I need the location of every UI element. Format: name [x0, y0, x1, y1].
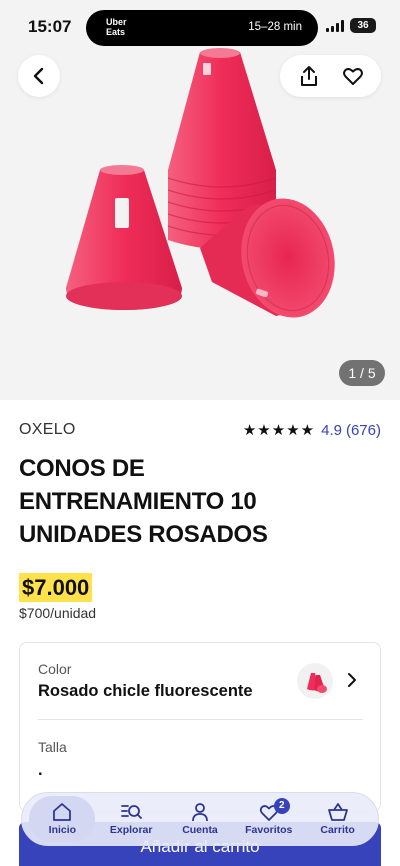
- tab-label: Cuenta: [182, 824, 218, 836]
- product-brand[interactable]: OXELO: [19, 421, 76, 439]
- home-icon: [53, 803, 72, 821]
- size-label: Talla: [38, 739, 67, 755]
- product-image-gallery[interactable]: 1 / 5: [0, 0, 400, 400]
- chevron-left-icon: [33, 67, 44, 85]
- back-button[interactable]: [18, 55, 60, 97]
- bottom-tab-bar: Inicio Explorar Cuenta 2 Favoritos Carri…: [21, 792, 379, 846]
- tab-explorar[interactable]: Explorar: [98, 796, 164, 842]
- tab-label: Favoritos: [245, 824, 293, 836]
- rating-stars-icon: ★★★★★: [242, 422, 316, 439]
- tab-carrito[interactable]: Carrito: [305, 796, 371, 842]
- search-list-icon: [121, 805, 143, 819]
- size-value: .: [38, 761, 43, 779]
- rating-value: 4.9: [321, 421, 342, 439]
- tab-cuenta[interactable]: Cuenta: [167, 796, 233, 842]
- tab-label: Inicio: [48, 824, 77, 836]
- product-price: $7.000: [19, 573, 93, 602]
- person-icon: [192, 803, 208, 822]
- rating-count: (676): [345, 421, 381, 439]
- cellular-signal-icon: [326, 20, 344, 32]
- product-rating[interactable]: ★★★★★ 4.9 (676): [242, 421, 381, 440]
- color-label: Color: [38, 661, 72, 677]
- unit-price: $700/unidad: [19, 605, 97, 621]
- dynamic-island-live-activity[interactable]: Uber Eats 15–28 min: [86, 10, 318, 46]
- status-bar: 15:07 Uber Eats 15–28 min 36: [0, 0, 400, 54]
- favorites-count-badge: 2: [273, 798, 290, 814]
- live-activity-brand: Uber Eats: [106, 17, 127, 37]
- battery-icon: 36: [350, 18, 376, 33]
- share-button[interactable]: [287, 55, 331, 97]
- tab-favoritos[interactable]: 2 Favoritos: [236, 796, 302, 842]
- live-activity-eta: 15–28 min: [248, 21, 302, 33]
- tab-label: Explorar: [109, 824, 153, 836]
- heart-icon: [342, 68, 363, 85]
- basket-icon: [327, 803, 348, 821]
- chevron-right-icon: [348, 673, 356, 687]
- status-time: 15:07: [28, 17, 72, 36]
- color-swatch: [297, 663, 333, 699]
- gallery-counter: 1 / 5: [339, 360, 385, 386]
- share-favorite-group: [280, 55, 381, 97]
- color-value: Rosado chicle fluorescente: [38, 682, 253, 700]
- tab-inicio[interactable]: Inicio: [29, 796, 96, 842]
- product-title: CONOS DE ENTRENAMIENTO 10 UNIDADES ROSAD…: [19, 455, 268, 548]
- share-icon: [300, 66, 317, 86]
- options-divider: [38, 719, 363, 720]
- tab-label: Carrito: [320, 824, 355, 836]
- product-options-card: Color Rosado chicle fluorescente Talla .: [19, 642, 381, 812]
- favorite-button[interactable]: [331, 55, 375, 97]
